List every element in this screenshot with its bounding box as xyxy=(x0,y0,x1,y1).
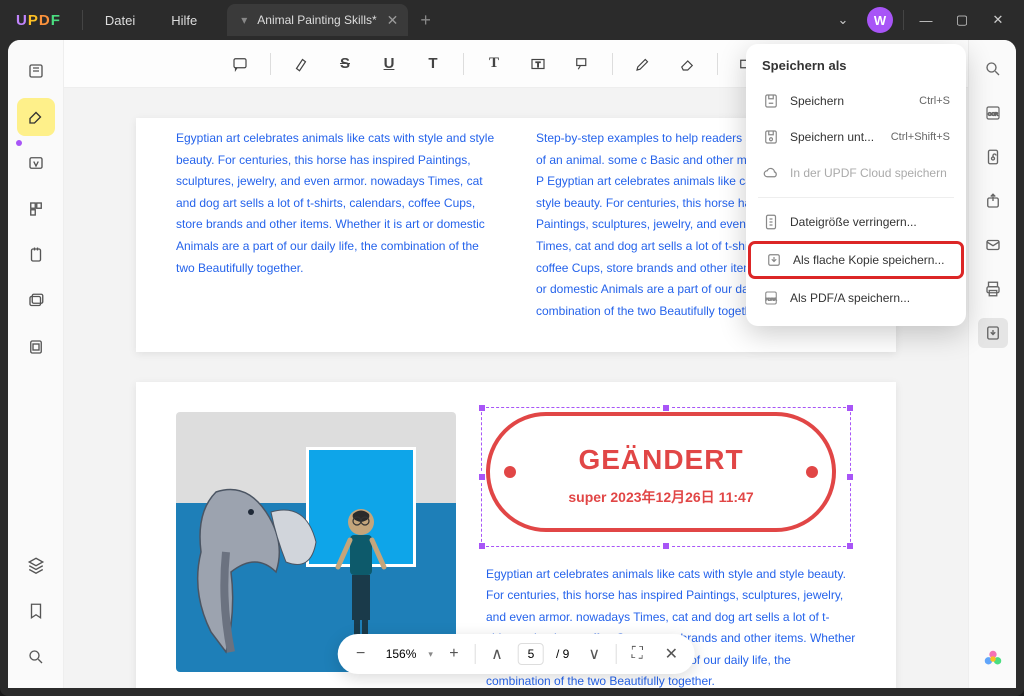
flatten-icon xyxy=(765,251,783,269)
save-panel-title: Speichern als xyxy=(746,58,966,83)
menu-help[interactable]: Hilfe xyxy=(153,13,215,28)
save-icon xyxy=(762,92,780,110)
right-sidebar: OCR xyxy=(968,40,1016,688)
highlight-tool-icon[interactable] xyxy=(287,50,315,78)
shortcut-label: Ctrl+S xyxy=(919,95,950,107)
stamp-date: super 2023年12月26日 11:47 xyxy=(568,485,753,510)
email-icon[interactable] xyxy=(978,230,1008,260)
divider xyxy=(903,10,904,30)
reduce-size-item[interactable]: Dateigröße verringern... xyxy=(746,204,966,240)
left-sidebar xyxy=(8,40,64,688)
layers-icon[interactable] xyxy=(17,546,55,584)
stamp-annotation[interactable]: GEÄNDERT super 2023年12月26日 11:47 xyxy=(486,412,846,542)
ai-assistant-icon[interactable] xyxy=(978,644,1008,674)
compress-icon[interactable] xyxy=(17,328,55,366)
squiggly-icon[interactable]: T xyxy=(419,50,447,78)
print-icon[interactable] xyxy=(978,274,1008,304)
comment-icon[interactable] xyxy=(226,50,254,78)
export-icon[interactable] xyxy=(978,318,1008,348)
titlebar: UPDF Datei Hilfe ▾ Animal Painting Skill… xyxy=(0,0,1024,40)
flatten-copy-item[interactable]: Als flache Kopie speichern... xyxy=(749,242,963,278)
textbox-icon[interactable]: T xyxy=(524,50,552,78)
eraser-icon[interactable] xyxy=(673,50,701,78)
page-total: / 9 xyxy=(552,647,573,661)
pdfa-icon: PDF/A xyxy=(762,289,780,307)
app-window: UPDF Datei Hilfe ▾ Animal Painting Skill… xyxy=(0,0,1024,696)
crop-icon[interactable] xyxy=(17,236,55,274)
redact-icon[interactable] xyxy=(17,282,55,320)
highlighter-icon[interactable] xyxy=(17,98,55,136)
compress-file-icon xyxy=(762,213,780,231)
user-avatar[interactable]: W xyxy=(867,7,893,33)
save-as-item[interactable]: Speichern unt... Ctrl+Shift+S xyxy=(746,119,966,155)
pencil-icon[interactable] xyxy=(629,50,657,78)
menu-file[interactable]: Datei xyxy=(87,13,153,28)
svg-text:T: T xyxy=(536,60,541,69)
divider xyxy=(82,10,83,30)
search-sidebar-icon[interactable] xyxy=(17,638,55,676)
next-page-button[interactable]: ∨ xyxy=(581,641,607,667)
app-logo: UPDF xyxy=(16,12,60,29)
save-as-panel: Speichern als Speichern Ctrl+S Speichern… xyxy=(746,44,966,326)
separator xyxy=(717,53,718,75)
zoom-in-button[interactable]: + xyxy=(441,641,467,667)
text-tool-icon[interactable]: T xyxy=(480,50,508,78)
save-as-icon xyxy=(762,128,780,146)
ocr-icon[interactable]: OCR xyxy=(978,98,1008,128)
save-item[interactable]: Speichern Ctrl+S xyxy=(746,83,966,119)
app-body: S U T T T ▾ ▾ Egyptian art celebrates an… xyxy=(8,40,1016,688)
indicator-dot xyxy=(16,140,22,146)
protect-icon[interactable] xyxy=(978,142,1008,172)
svg-text:PDF/A: PDF/A xyxy=(765,297,777,301)
new-tab-button[interactable]: + xyxy=(420,10,431,31)
prev-page-button[interactable]: ∧ xyxy=(484,641,510,667)
organize-pages-icon[interactable] xyxy=(17,190,55,228)
separator xyxy=(612,53,613,75)
svg-text:OCR: OCR xyxy=(988,111,999,116)
bookmark-icon[interactable] xyxy=(17,592,55,630)
pdfa-item[interactable]: PDF/A Als PDF/A speichern... xyxy=(746,280,966,316)
chevron-down-icon[interactable]: ⌄ xyxy=(825,4,861,36)
tab-close-button[interactable]: ✕ xyxy=(387,12,399,29)
cloud-save-item[interactable]: In der UPDF Cloud speichern xyxy=(746,155,966,191)
stamp-text: GEÄNDERT xyxy=(578,435,743,485)
separator xyxy=(270,53,271,75)
minimize-button[interactable]: — xyxy=(908,4,944,36)
share-icon[interactable] xyxy=(978,186,1008,216)
close-button[interactable]: ✕ xyxy=(980,4,1016,36)
document-tab[interactable]: ▾ Animal Painting Skills* ✕ xyxy=(227,4,408,36)
cloud-icon xyxy=(762,164,780,182)
search-icon[interactable] xyxy=(978,54,1008,84)
underline-icon[interactable]: U xyxy=(375,50,403,78)
separator xyxy=(463,53,464,75)
strikethrough-icon[interactable]: S xyxy=(331,50,359,78)
page-navigation-bar: − 156% ▾ + ∧ / 9 ∨ ⛶ ✕ xyxy=(338,634,695,674)
maximize-button[interactable]: ▢ xyxy=(944,4,980,36)
callout-icon[interactable] xyxy=(568,50,596,78)
zoom-out-button[interactable]: − xyxy=(348,641,374,667)
text-column-left: Egyptian art celebrates animals like cat… xyxy=(176,128,496,322)
close-bar-button[interactable]: ✕ xyxy=(658,641,684,667)
fit-width-icon[interactable]: ⛶ xyxy=(624,641,650,667)
page-number-input[interactable] xyxy=(518,643,544,665)
edit-text-icon[interactable] xyxy=(17,144,55,182)
reader-mode-icon[interactable] xyxy=(17,52,55,90)
zoom-level[interactable]: 156% xyxy=(382,647,421,661)
tab-title: Animal Painting Skills* xyxy=(257,13,376,27)
shortcut-label: Ctrl+Shift+S xyxy=(891,131,950,143)
